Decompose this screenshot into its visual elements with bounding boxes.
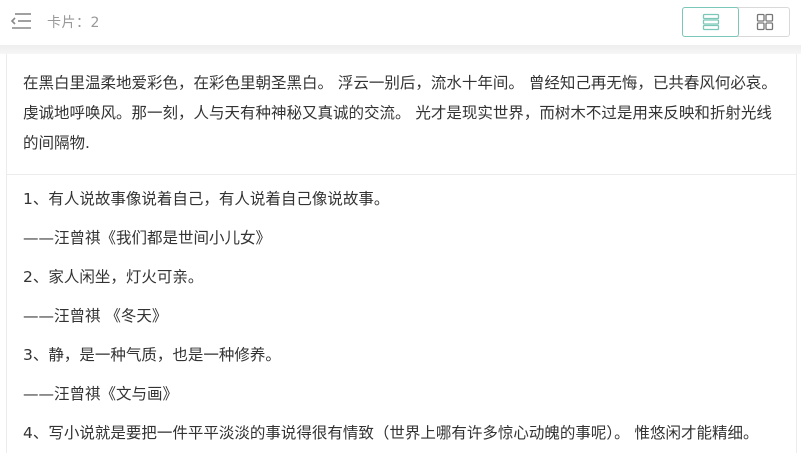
quote-source: ——汪曾祺《文与画》 xyxy=(23,385,179,403)
card-intro-text: 在黑白里温柔地爱彩色，在彩色里朝圣黑白。 浮云一别后，流水十年间。 曾经知己再无… xyxy=(7,54,796,175)
quote-line: 1、有人说故事像说着自己，有人说着自己像说故事。 xyxy=(23,190,390,208)
toolbar-divider xyxy=(0,45,801,54)
grid-view-button[interactable] xyxy=(740,8,790,36)
top-toolbar: 卡片：2 xyxy=(0,0,801,45)
grid-view-icon xyxy=(756,13,774,31)
list-view-button[interactable] xyxy=(682,7,739,37)
quote-line: 3、静，是一种气质，也是一种修养。 xyxy=(23,346,281,364)
quote-source: ——汪曾祺 《冬天》 xyxy=(23,307,168,325)
quote-list: 1、有人说故事像说着自己，有人说着自己像说故事。 ——汪曾祺《我们都是世间小儿女… xyxy=(7,175,796,444)
card-content: 在黑白里温柔地爱彩色，在彩色里朝圣黑白。 浮云一别后，流水十年间。 曾经知己再无… xyxy=(6,54,797,453)
view-mode-toggle xyxy=(682,7,790,37)
menu-collapse-icon[interactable] xyxy=(10,10,32,32)
card-count-label: 卡片：2 xyxy=(47,15,100,31)
list-view-icon xyxy=(702,13,719,31)
quote-line: 4、写小说就是要把一件平平淡淡的事说得很有情致（世界上哪有许多惊心动魄的事呢）。… xyxy=(23,424,759,442)
quote-line: 2、家人闲坐，灯火可亲。 xyxy=(23,268,204,286)
quote-source: ——汪曾祺《我们都是世间小儿女》 xyxy=(23,229,272,247)
